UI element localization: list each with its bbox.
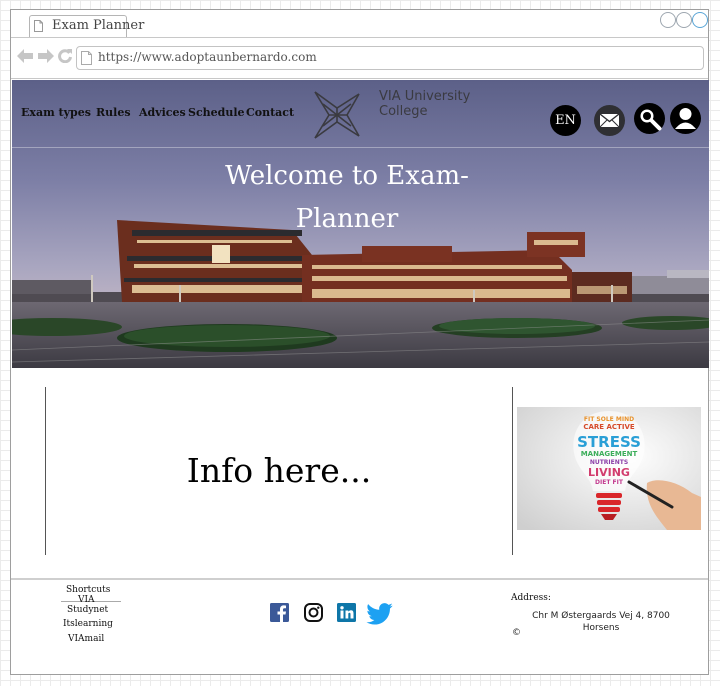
header-divider bbox=[12, 147, 709, 148]
shortcut-viamail[interactable]: VIAmail bbox=[68, 634, 104, 644]
nav-contact[interactable]: Contact bbox=[246, 106, 294, 119]
page-icon bbox=[81, 51, 92, 65]
instagram-icon[interactable] bbox=[304, 603, 323, 622]
url-field[interactable]: https://www.adoptaunbernardo.com bbox=[76, 46, 704, 70]
mail-button[interactable] bbox=[594, 105, 625, 136]
tab-title: Exam Planner bbox=[52, 18, 145, 33]
shortcut-itslearning[interactable]: Itslearning bbox=[63, 619, 113, 629]
svg-text:STRESS: STRESS bbox=[577, 433, 641, 451]
facebook-icon[interactable] bbox=[270, 603, 289, 622]
address-bar-row: https://www.adoptaunbernardo.com bbox=[11, 38, 708, 79]
search-icon bbox=[640, 109, 662, 131]
language-label: EN bbox=[555, 113, 576, 128]
hero-banner: Exam types Rules Advices Schedule Contac… bbox=[12, 80, 709, 368]
svg-text:DIET FIT: DIET FIT bbox=[595, 479, 624, 486]
shortcuts-heading: Shortcuts bbox=[66, 585, 111, 595]
svg-text:CARE ACTIVE: CARE ACTIVE bbox=[583, 423, 635, 431]
via-logo-text: VIA University College bbox=[379, 89, 489, 119]
svg-text:FIT SOLE MIND: FIT SOLE MIND bbox=[584, 416, 634, 423]
language-button[interactable]: EN bbox=[550, 105, 581, 136]
address-label: Address: bbox=[511, 593, 551, 603]
nav-exam-types[interactable]: Exam types bbox=[21, 106, 91, 119]
nav-rules[interactable]: Rules bbox=[96, 106, 131, 119]
linkedin-icon[interactable] bbox=[337, 603, 356, 622]
info-text: Info here... bbox=[186, 451, 372, 490]
footer-divider bbox=[11, 578, 708, 580]
mail-icon bbox=[600, 114, 619, 127]
twitter-icon[interactable] bbox=[366, 603, 393, 625]
url-text: https://www.adoptaunbernardo.com bbox=[98, 50, 317, 64]
hero-title: Welcome to Exam-Planner bbox=[225, 161, 469, 234]
user-icon bbox=[675, 108, 696, 129]
nav-schedule[interactable]: Schedule bbox=[188, 106, 245, 119]
stress-lightbulb-image: FIT SOLE MIND CARE ACTIVE STRESS MANAGEM… bbox=[517, 407, 701, 530]
forward-arrow-icon[interactable] bbox=[37, 49, 54, 63]
maximize-button[interactable] bbox=[676, 12, 692, 28]
user-account-button[interactable] bbox=[670, 103, 701, 134]
svg-text:NUTRIENTS: NUTRIENTS bbox=[590, 459, 628, 466]
svg-text:LIVING: LIVING bbox=[588, 466, 630, 479]
minimize-button[interactable] bbox=[660, 12, 676, 28]
tab-bar: Exam Planner bbox=[11, 10, 708, 38]
logo-line-1: VIA University bbox=[379, 89, 471, 104]
document-icon bbox=[34, 20, 43, 32]
browser-window: Exam Planner https://www.adoptaunbernard… bbox=[10, 9, 709, 675]
copyright-mark: © bbox=[512, 628, 521, 638]
svg-text:MANAGEMENT: MANAGEMENT bbox=[581, 450, 638, 458]
logo-line-2: College bbox=[379, 104, 428, 119]
via-logo-icon[interactable] bbox=[313, 90, 363, 140]
browser-tab[interactable]: Exam Planner bbox=[29, 15, 144, 37]
close-button[interactable] bbox=[692, 12, 708, 28]
shortcut-via[interactable]: VIA bbox=[78, 595, 95, 605]
search-button[interactable] bbox=[634, 103, 665, 134]
info-panel: Info here... bbox=[45, 387, 513, 555]
shortcut-studynet[interactable]: Studynet bbox=[67, 605, 108, 615]
reload-icon[interactable] bbox=[58, 49, 72, 63]
back-arrow-icon[interactable] bbox=[17, 49, 34, 63]
nav-advices[interactable]: Advices bbox=[139, 106, 186, 119]
address-text: Chr M Østergaards Vej 4, 8700 Horsens bbox=[532, 611, 670, 633]
